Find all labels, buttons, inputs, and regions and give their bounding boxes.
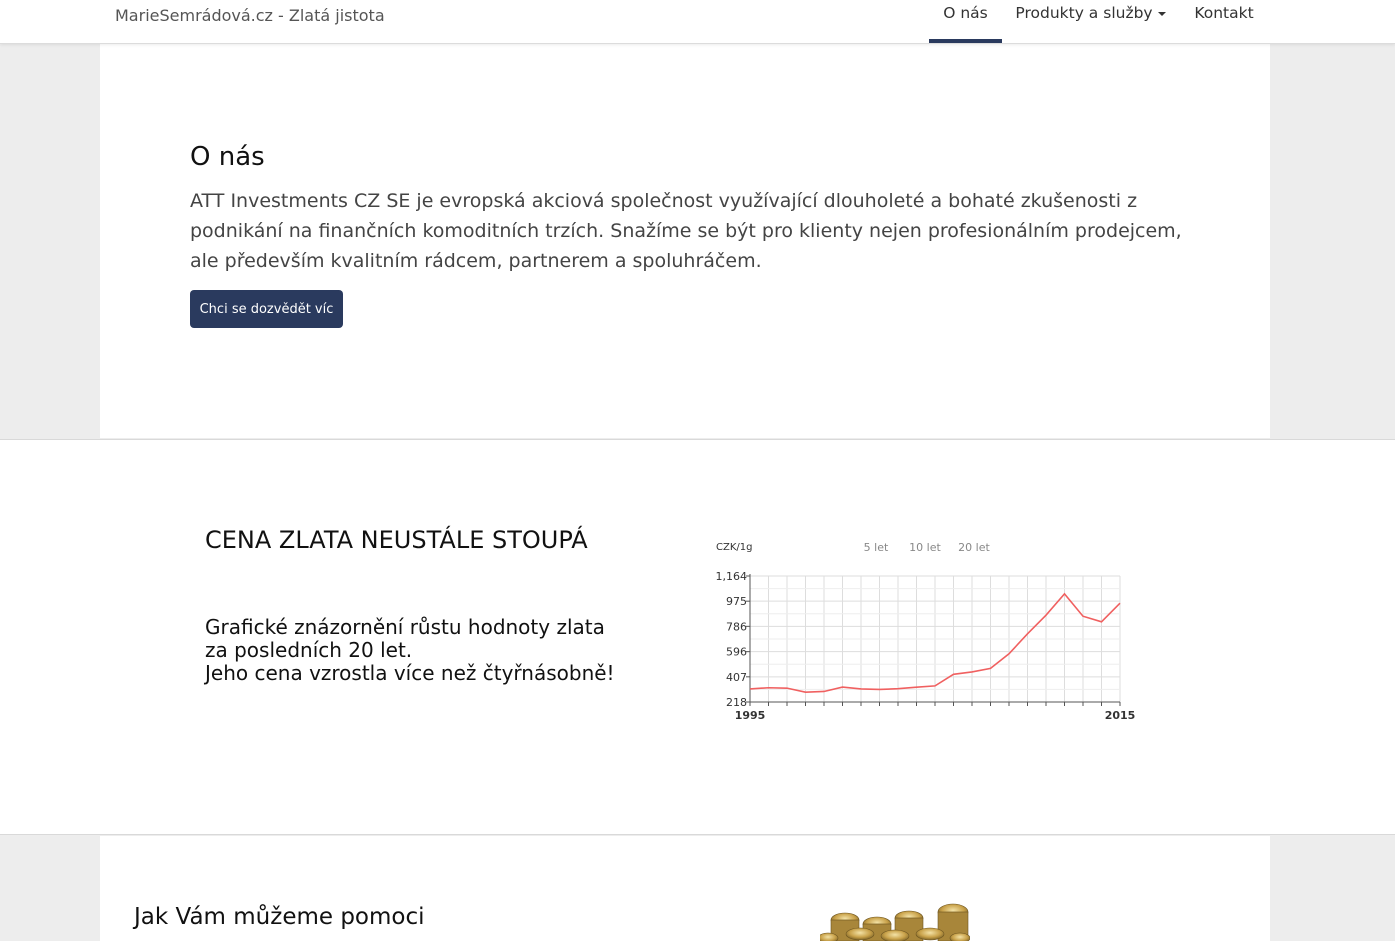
- coins-image: [820, 903, 970, 941]
- chevron-down-icon: [1157, 11, 1166, 16]
- gold-price-section: CENA ZLATA NEUSTÁLE STOUPÁ Grafické znáz…: [0, 439, 1395, 835]
- nav-item-label: Produkty a služby: [1015, 4, 1153, 22]
- nav-item-label: O nás: [943, 4, 988, 22]
- nav-item-kontakt[interactable]: Kontakt: [1183, 3, 1265, 43]
- chart-y-tick-label: 786: [726, 620, 747, 633]
- about-heading: O nás: [190, 142, 265, 172]
- gold-price-chart: 218 407 596 786 975 1,164 1995 2015 CZK/1g 5 let 1…: [716, 541, 1136, 722]
- gold-heading: CENA ZLATA NEUSTÁLE STOUPÁ: [205, 526, 588, 554]
- chart-range-button[interactable]: 5 let: [864, 541, 889, 554]
- chart-x-tick-label: 1995: [735, 709, 766, 722]
- gold-description-line: Grafické znázornění růstu hodnoty zlata: [205, 615, 605, 639]
- top-navbar: MarieSemrádová.cz - Zlatá jistota O nás …: [0, 0, 1395, 44]
- learn-more-button[interactable]: Chci se dozvědět víc: [190, 290, 343, 328]
- nav-item-produkty[interactable]: Produkty a služby: [1009, 3, 1172, 43]
- chart-x-tick-label: 2015: [1105, 709, 1136, 722]
- about-section: O nás ATT Investments CZ SE je evropská …: [100, 44, 1270, 438]
- site-brand-link[interactable]: MarieSemrádová.cz - Zlatá jistota: [115, 6, 385, 25]
- nav-item-o-nas[interactable]: O nás: [929, 3, 1002, 43]
- chart-y-tick-label: 407: [726, 671, 747, 684]
- gold-description: Grafické znázornění růstu hodnoty zlata …: [205, 616, 635, 685]
- gold-description-line: za posledních 20 let.: [205, 638, 413, 662]
- gold-description-line: Jeho cena vzrostla více než čtyřnásobně!: [205, 661, 615, 685]
- help-heading: Jak Vám můžeme pomoci: [134, 904, 425, 930]
- nav-item-label: Kontakt: [1194, 4, 1254, 22]
- about-text: ATT Investments CZ SE je evropská akciov…: [190, 190, 1182, 272]
- help-section: Jak Vám můžeme pomoci: [100, 836, 1270, 941]
- chart-y-tick-label: 596: [726, 646, 747, 659]
- chart-y-axis-label: CZK/1g: [716, 542, 752, 553]
- chart-range-button[interactable]: 20 let: [958, 541, 990, 554]
- chart-y-tick-label: 218: [726, 696, 747, 709]
- chart-y-tick-label: 1,164: [716, 570, 748, 583]
- chart-range-button[interactable]: 10 let: [909, 541, 941, 554]
- chart-y-tick-label: 975: [726, 595, 747, 608]
